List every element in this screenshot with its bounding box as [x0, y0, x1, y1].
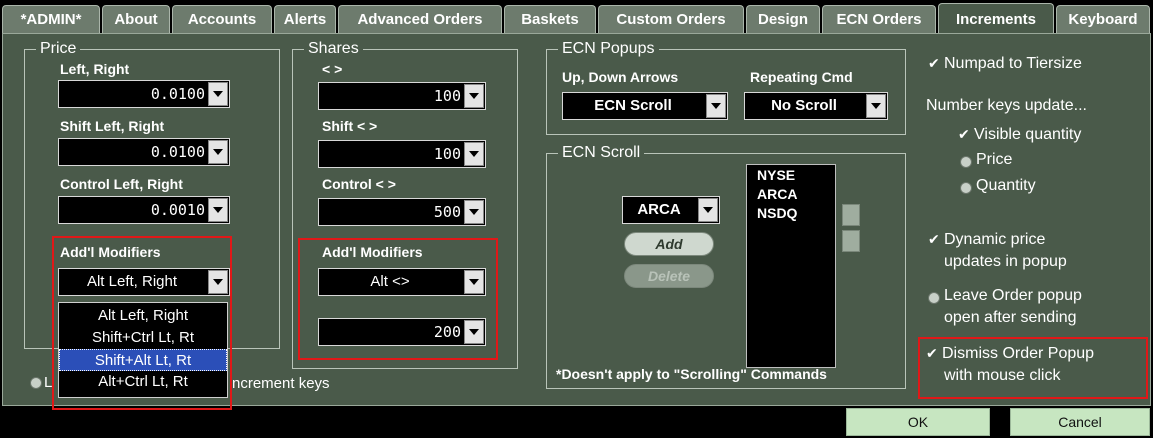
- shares-ctrl-combo[interactable]: 500: [318, 198, 486, 226]
- ecn-select-combo[interactable]: ARCA: [622, 196, 720, 224]
- price-lr-combo[interactable]: 0.0100: [58, 80, 230, 108]
- tab-alerts[interactable]: Alerts: [274, 5, 336, 33]
- ecn-scroll-group: [546, 153, 906, 389]
- increment-keys-label: ncrement keys: [232, 375, 330, 392]
- price-lr-value: 0.0100: [150, 85, 205, 103]
- check-icon[interactable]: ✔: [928, 233, 942, 247]
- move-up-icon[interactable]: [842, 204, 860, 226]
- highlight-box: [52, 236, 232, 410]
- quantity-option-label: Quantity: [976, 177, 1036, 194]
- shares-lr-combo[interactable]: 100: [318, 82, 486, 110]
- tab-design[interactable]: Design: [746, 5, 820, 33]
- shares-lr-label: < >: [322, 61, 343, 77]
- chevron-down-icon[interactable]: [464, 142, 484, 166]
- move-down-icon[interactable]: [842, 230, 860, 252]
- tab-increments[interactable]: Increments: [938, 3, 1054, 34]
- ecn-footnote: *Doesn't apply to "Scrolling" Commands: [556, 366, 827, 382]
- price-shift-combo[interactable]: 0.0100: [58, 138, 230, 166]
- price-shift-label: Shift Left, Right: [60, 118, 165, 134]
- shares-shift-value: 100: [433, 145, 461, 163]
- increment-keys-radio[interactable]: [30, 377, 42, 389]
- check-icon[interactable]: ✔: [958, 128, 972, 142]
- tab-admin[interactable]: *ADMIN*: [2, 5, 100, 33]
- ecn-scroll-title: ECN Scroll: [558, 145, 645, 161]
- repeat-value: No Scroll: [771, 97, 837, 114]
- price-group-title: Price: [36, 41, 81, 57]
- leave-order-radio[interactable]: [928, 292, 940, 304]
- number-keys-update-label: Number keys update...: [926, 97, 1087, 114]
- chevron-down-icon[interactable]: [866, 94, 886, 118]
- highlight-box: [298, 238, 498, 360]
- dynamic-price-label-2: updates in popup: [944, 253, 1067, 270]
- cancel-button[interactable]: Cancel: [1010, 408, 1150, 436]
- ecn-popups-title: ECN Popups: [558, 41, 659, 57]
- increment-keys-prefix: L: [44, 374, 53, 391]
- chevron-down-icon[interactable]: [464, 200, 484, 224]
- tab-ecn-orders[interactable]: ECN Orders: [822, 5, 936, 33]
- chevron-down-icon[interactable]: [208, 82, 228, 106]
- list-item[interactable]: ARCA: [747, 186, 835, 205]
- repeat-combo[interactable]: No Scroll: [744, 92, 888, 120]
- check-icon[interactable]: ✔: [928, 57, 942, 71]
- dynamic-price-label: Dynamic price: [944, 231, 1046, 248]
- shares-lr-value: 100: [433, 87, 461, 105]
- chevron-down-icon[interactable]: [208, 140, 228, 164]
- delete-button[interactable]: Delete: [624, 264, 714, 288]
- repeat-label: Repeating Cmd: [750, 69, 853, 85]
- leave-order-label-2: open after sending: [944, 309, 1077, 326]
- add-button[interactable]: Add: [624, 232, 714, 256]
- highlight-box: [918, 337, 1148, 399]
- numpad-tiersize-label: Numpad to Tiersize: [944, 55, 1082, 72]
- updown-label: Up, Down Arrows: [562, 69, 679, 85]
- price-option-label: Price: [976, 151, 1013, 168]
- chevron-down-icon[interactable]: [698, 198, 718, 222]
- leave-order-label: Leave Order popup: [944, 287, 1082, 304]
- shares-group-title: Shares: [304, 41, 363, 57]
- tab-keyboard[interactable]: Keyboard: [1056, 5, 1150, 33]
- price-shift-value: 0.0100: [150, 143, 205, 161]
- price-radio[interactable]: [960, 156, 972, 168]
- chevron-down-icon[interactable]: [464, 84, 484, 108]
- updown-value: ECN Scroll: [594, 97, 672, 114]
- tab-baskets[interactable]: Baskets: [504, 5, 596, 33]
- shares-ctrl-label: Control < >: [322, 176, 396, 192]
- price-ctrl-value: 0.0010: [150, 201, 205, 219]
- price-lr-label: Left, Right: [60, 61, 130, 77]
- list-item[interactable]: NSDQ: [747, 205, 835, 224]
- tab-advanced-orders[interactable]: Advanced Orders: [338, 5, 502, 33]
- ecn-select-value: ARCA: [637, 201, 681, 218]
- tab-custom-orders[interactable]: Custom Orders: [598, 5, 744, 33]
- price-ctrl-label: Control Left, Right: [60, 176, 183, 192]
- shares-shift-combo[interactable]: 100: [318, 140, 486, 168]
- visible-quantity-label: Visible quantity: [974, 126, 1082, 143]
- chevron-down-icon[interactable]: [208, 198, 228, 222]
- ok-button[interactable]: OK: [846, 408, 990, 436]
- tab-accounts[interactable]: Accounts: [172, 5, 272, 33]
- list-item[interactable]: NYSE: [747, 167, 835, 186]
- shares-ctrl-value: 500: [433, 203, 461, 221]
- shares-shift-label: Shift < >: [322, 118, 378, 134]
- price-ctrl-combo[interactable]: 0.0010: [58, 196, 230, 224]
- updown-combo[interactable]: ECN Scroll: [562, 92, 728, 120]
- ecn-list[interactable]: NYSE ARCA NSDQ: [746, 164, 836, 368]
- tab-about[interactable]: About: [102, 5, 170, 33]
- quantity-radio[interactable]: [960, 182, 972, 194]
- chevron-down-icon[interactable]: [706, 94, 726, 118]
